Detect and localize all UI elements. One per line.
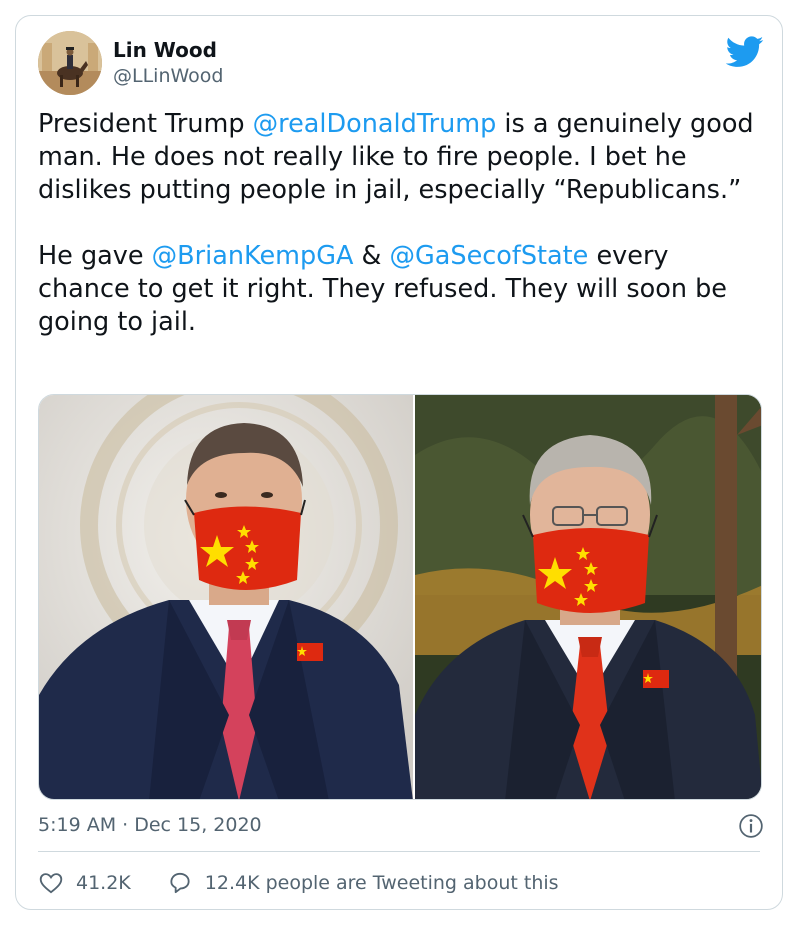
like-count: 41.2K (76, 872, 131, 894)
mention-briankempga[interactable]: @BrianKempGA (152, 241, 354, 271)
text-segment: & (353, 241, 390, 271)
media-photo-left[interactable] (39, 395, 413, 799)
tweet-paragraph-1: President Trump @realDonaldTrump is a ge… (38, 108, 768, 207)
twitter-bird-icon[interactable] (726, 36, 764, 68)
tweet-timestamp[interactable]: 5:19 AM · Dec 15, 2020 (38, 814, 262, 836)
mention-gasecofstate[interactable]: @GaSecofState (390, 241, 589, 271)
text-segment: President Trump (38, 109, 253, 139)
photo-man-with-mask-right (415, 395, 761, 799)
like-button[interactable]: 41.2K (38, 870, 131, 896)
speech-bubble-icon (170, 872, 190, 894)
tweet-paragraph-2: He gave @BrianKempGA & @GaSecofState eve… (38, 240, 768, 339)
tweet-text: President Trump @realDonaldTrump is a ge… (38, 108, 768, 339)
mention-realdonaldtrump[interactable]: @realDonaldTrump (253, 109, 497, 139)
avatar-image (38, 31, 102, 95)
tweet-stats: 41.2K 12.4K people are Tweeting about th… (38, 869, 559, 897)
divider (38, 851, 760, 852)
conversation-text: 12.4K people are Tweeting about this (204, 872, 559, 894)
text-segment: He gave (38, 241, 152, 271)
photo-man-with-mask-left (39, 395, 413, 799)
tweet-media[interactable] (38, 394, 762, 800)
conversation-link[interactable]: 12.4K people are Tweeting about this (167, 870, 559, 896)
author-name[interactable]: Lin Wood (113, 38, 217, 62)
info-icon[interactable] (738, 813, 764, 839)
heart-icon (39, 873, 63, 894)
author-handle[interactable]: @LLinWood (113, 65, 223, 87)
author-avatar[interactable] (38, 31, 102, 95)
tweet-card: Lin Wood @LLinWood President Trump @real… (15, 15, 783, 910)
media-photo-right[interactable] (415, 395, 761, 799)
